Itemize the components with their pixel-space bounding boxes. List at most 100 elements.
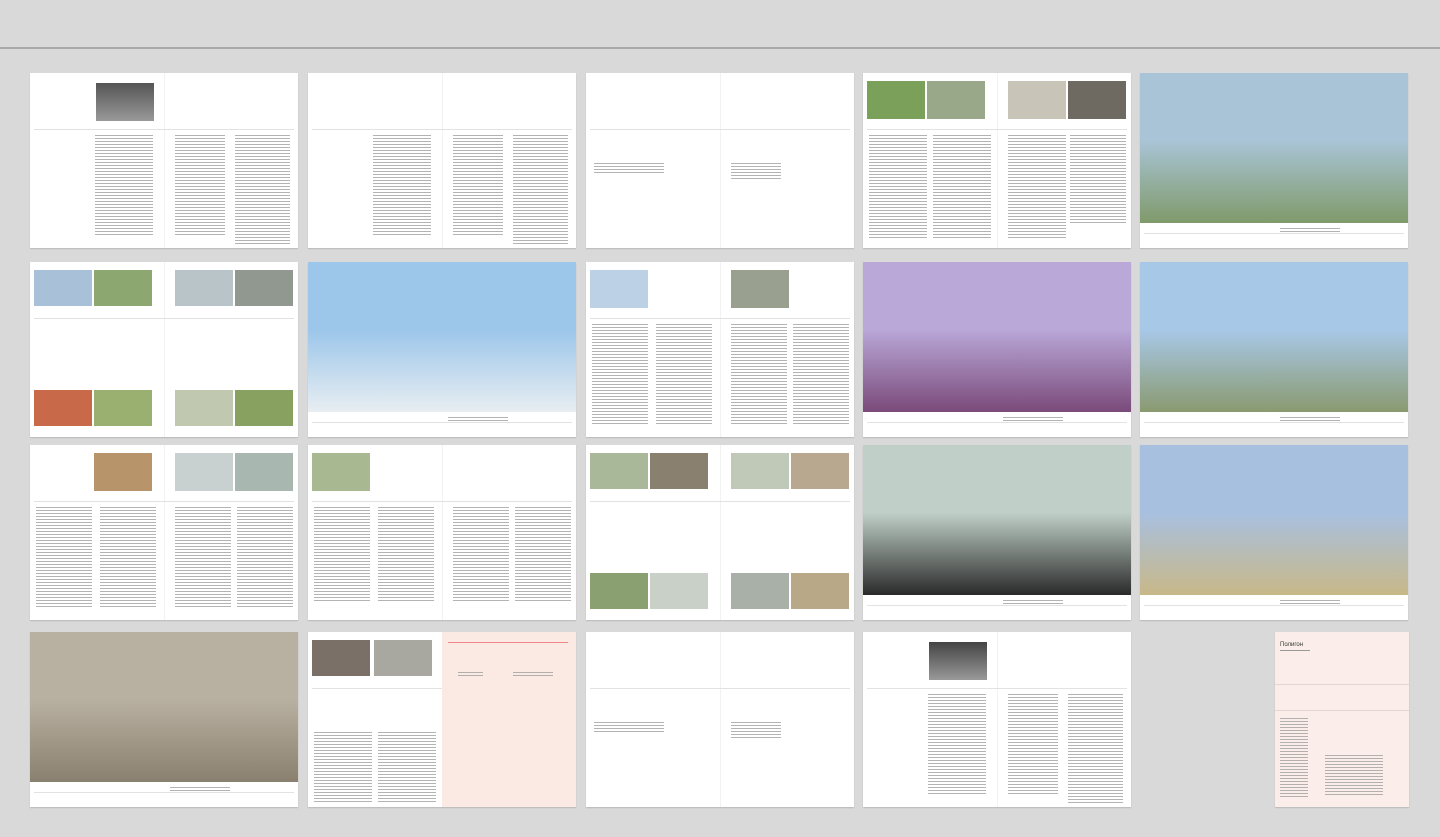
caption-text xyxy=(448,417,508,423)
running-header xyxy=(312,129,572,130)
text-column xyxy=(175,135,225,235)
text-column xyxy=(373,135,431,235)
photo xyxy=(235,270,293,306)
photo xyxy=(312,640,370,676)
spread-10[interactable] xyxy=(1140,262,1408,437)
photo xyxy=(308,262,576,412)
spread-13[interactable] xyxy=(586,445,854,620)
text-block xyxy=(731,722,781,738)
spread-15[interactable] xyxy=(1140,445,1408,620)
spine xyxy=(442,445,443,620)
spine xyxy=(720,632,721,807)
text-column xyxy=(793,324,849,424)
spread-12[interactable] xyxy=(308,445,576,620)
text-block xyxy=(594,163,664,173)
photo xyxy=(1140,262,1408,412)
text-column xyxy=(237,507,293,607)
running-header xyxy=(590,129,850,130)
cover-rule xyxy=(1275,684,1409,685)
running-header xyxy=(867,129,1127,130)
spread-14[interactable] xyxy=(863,445,1131,620)
photo xyxy=(235,453,293,491)
caption-rule xyxy=(1144,605,1404,606)
text-block xyxy=(594,722,664,732)
caption-rule xyxy=(867,605,1127,606)
text-column xyxy=(378,507,434,602)
text-column xyxy=(656,324,712,424)
caption-text xyxy=(1280,600,1340,606)
photo xyxy=(34,390,92,426)
text-column xyxy=(513,135,568,245)
text-column xyxy=(453,135,503,235)
running-header xyxy=(34,501,294,502)
photo xyxy=(312,453,370,491)
spread-1[interactable] xyxy=(30,73,298,248)
spread-8[interactable] xyxy=(586,262,854,437)
photo xyxy=(1140,445,1408,595)
photo xyxy=(175,453,233,491)
text-column xyxy=(235,135,290,245)
running-header xyxy=(867,688,1127,689)
photo xyxy=(1140,73,1408,223)
spread-18[interactable] xyxy=(586,632,854,807)
text-column xyxy=(36,507,92,607)
spread-7[interactable] xyxy=(308,262,576,437)
photo xyxy=(731,453,789,489)
cover-title: Полигон xyxy=(1280,642,1304,648)
photo xyxy=(590,270,648,308)
text-column xyxy=(95,135,153,235)
caption-rule xyxy=(34,792,294,793)
spine xyxy=(997,632,998,807)
spread-4[interactable] xyxy=(863,73,1131,248)
spine xyxy=(164,262,165,437)
spread-3[interactable] xyxy=(586,73,854,248)
text-column xyxy=(175,507,231,607)
photo xyxy=(791,453,849,489)
running-header xyxy=(590,501,850,502)
spread-19[interactable] xyxy=(863,632,1131,807)
photo xyxy=(650,573,708,609)
spread-2[interactable] xyxy=(308,73,576,248)
spread-9[interactable] xyxy=(863,262,1131,437)
photo xyxy=(863,262,1131,412)
caption-text xyxy=(1280,228,1340,234)
diagram-label xyxy=(513,672,553,678)
running-header xyxy=(590,688,850,689)
text-column xyxy=(1068,694,1123,804)
photo xyxy=(175,390,233,426)
diagram-panel xyxy=(442,632,576,807)
spine xyxy=(720,445,721,620)
photo xyxy=(650,453,708,489)
cover-rule xyxy=(1275,710,1409,711)
caption-text xyxy=(1003,600,1063,606)
spread-5[interactable] xyxy=(1140,73,1408,248)
spread-16[interactable] xyxy=(30,632,298,807)
caption-text xyxy=(1003,417,1063,423)
text-column xyxy=(314,507,370,602)
caption-text xyxy=(170,787,230,793)
photo xyxy=(863,445,1131,595)
text-column xyxy=(378,732,436,802)
caption-rule xyxy=(1144,233,1404,234)
photo xyxy=(235,390,293,426)
photo xyxy=(374,640,432,676)
spread-6[interactable] xyxy=(30,262,298,437)
text-column xyxy=(314,732,372,802)
photo xyxy=(1068,81,1126,119)
cover-subtitle-line xyxy=(1280,650,1310,651)
photo xyxy=(96,83,154,121)
spread-11[interactable] xyxy=(30,445,298,620)
photo xyxy=(590,573,648,609)
photo xyxy=(34,270,92,306)
spread-17[interactable] xyxy=(308,632,576,807)
diagram-label xyxy=(458,672,483,678)
running-header xyxy=(34,129,294,130)
toolbar-divider xyxy=(0,47,1440,49)
text-column xyxy=(731,324,787,424)
text-column xyxy=(100,507,156,607)
photo xyxy=(30,632,298,782)
caption-rule xyxy=(312,422,572,423)
text-column xyxy=(515,507,571,602)
text-column xyxy=(1008,135,1066,240)
cover-page[interactable]: Полигон xyxy=(1275,632,1409,807)
